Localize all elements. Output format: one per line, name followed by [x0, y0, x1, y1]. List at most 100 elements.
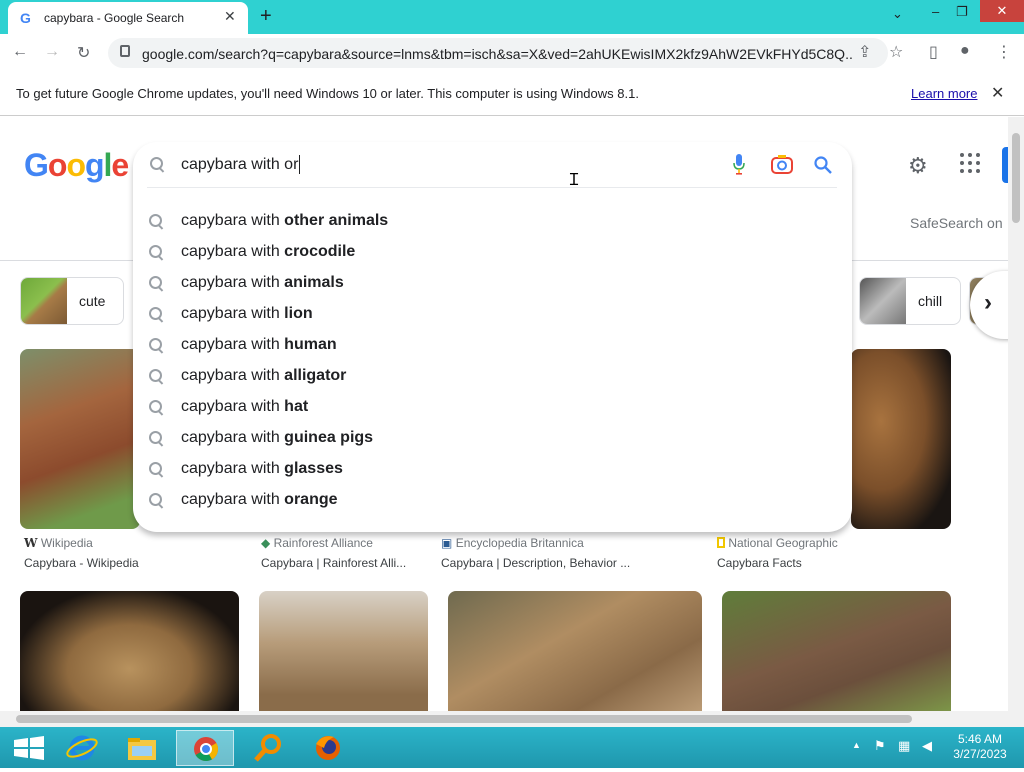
suggestion-item[interactable]: capybara with animals — [133, 267, 852, 298]
search-icon — [149, 338, 163, 352]
suggestion-item[interactable]: capybara with alligator — [133, 360, 852, 391]
search-submit-icon[interactable] — [813, 155, 833, 175]
update-infobar: To get future Google Chrome updates, you… — [0, 72, 1024, 116]
result-caption[interactable]: Capybara Facts — [717, 556, 802, 570]
search-icon — [150, 157, 164, 171]
image-result-wikipedia[interactable] — [20, 349, 140, 529]
volume-muted-icon[interactable]: ◀ — [922, 738, 932, 754]
search-icon — [149, 307, 163, 321]
close-window-button[interactable]: ✕ — [980, 0, 1024, 22]
search-icon — [149, 245, 163, 259]
microphone-icon[interactable] — [733, 154, 745, 176]
natgeo-icon — [717, 537, 725, 548]
back-button[interactable]: ← — [12, 43, 28, 61]
reload-button[interactable]: ↻ — [77, 43, 90, 63]
search-icon — [149, 462, 163, 476]
image-result-natgeo[interactable] — [851, 349, 951, 529]
chip-thumbnail — [21, 278, 67, 324]
share-icon[interactable]: ⇪ — [858, 42, 871, 62]
result-caption[interactable]: Capybara - Wikipedia — [24, 556, 139, 570]
suggestion-item[interactable]: capybara with hat — [133, 391, 852, 422]
tab-close-icon[interactable]: ✕ — [224, 8, 236, 25]
scrollbar-thumb[interactable] — [16, 715, 912, 723]
tab-search-icon[interactable]: ⌄ — [892, 6, 903, 22]
suggestion-completion: orange — [284, 491, 338, 508]
suggestion-text: capybara with orange — [181, 491, 338, 509]
internet-explorer-icon[interactable] — [56, 730, 108, 766]
google-logo[interactable]: Google — [24, 147, 129, 184]
suggestion-prefix: capybara with — [181, 305, 285, 322]
menu-kebab-icon[interactable]: ⋮ — [996, 42, 1012, 62]
suggestion-prefix: capybara with — [181, 367, 285, 384]
logo-letter: o — [66, 147, 86, 183]
scrollbar-thumb[interactable] — [1012, 133, 1020, 223]
address-bar[interactable]: google.com/search?q=capybara&source=lnms… — [108, 38, 888, 68]
suggestion-prefix: capybara with — [181, 212, 285, 229]
chip-chill[interactable]: chill — [859, 277, 961, 325]
google-lens-icon[interactable] — [771, 155, 793, 175]
chip-thumbnail — [860, 278, 906, 324]
source-name: Encyclopedia Britannica — [455, 536, 584, 550]
network-icon[interactable]: ▦ — [898, 738, 910, 754]
suggestion-text: capybara with hat — [181, 398, 308, 416]
search-magnifier-icon[interactable] — [242, 730, 294, 766]
chrome-taskbar-button[interactable] — [176, 730, 234, 766]
chip-cute[interactable]: cute — [20, 277, 124, 325]
profile-avatar-icon[interactable]: ● — [960, 42, 970, 60]
source-name: Rainforest Alliance — [273, 536, 373, 550]
file-explorer-icon[interactable] — [116, 730, 168, 766]
image-result[interactable] — [722, 591, 951, 711]
result-caption[interactable]: Capybara | Description, Behavior ... — [441, 556, 630, 570]
frog-icon: ◆ — [261, 536, 271, 550]
windows-start-icon[interactable] — [4, 730, 56, 766]
search-input[interactable]: capybara with or — [181, 156, 298, 174]
result-source[interactable]: ▣ Encyclopedia Britannica — [441, 536, 584, 550]
suggestion-prefix: capybara with — [181, 336, 285, 353]
suggestion-text: capybara with alligator — [181, 367, 346, 385]
text-caret — [299, 155, 300, 174]
search-icon — [149, 369, 163, 383]
system-clock[interactable]: 5:46 AM 3/27/2023 — [940, 732, 1020, 762]
clock-date: 3/27/2023 — [953, 747, 1007, 761]
settings-gear-icon[interactable]: ⚙ — [908, 153, 928, 179]
result-source[interactable]: ◆ Rainforest Alliance — [261, 536, 373, 550]
restore-button[interactable]: ❐ — [956, 4, 968, 20]
suggestion-item[interactable]: capybara with glasses — [133, 453, 852, 484]
firefox-icon[interactable] — [302, 730, 354, 766]
bookmark-star-icon[interactable]: ☆ — [889, 42, 903, 62]
side-panel-icon[interactable]: ▯ — [929, 42, 938, 62]
source-name: National Geographic — [728, 536, 838, 550]
suggestion-item[interactable]: capybara with crocodile — [133, 236, 852, 267]
minimize-button[interactable]: – — [932, 4, 939, 19]
suggestion-completion: guinea pigs — [284, 429, 374, 446]
suggestion-item[interactable]: capybara with lion — [133, 298, 852, 329]
tray-overflow-icon[interactable]: ▲ — [852, 740, 861, 750]
source-name: Wikipedia — [40, 536, 93, 550]
google-apps-icon[interactable] — [960, 153, 980, 173]
tab-capybara[interactable]: G capybara - Google Search ✕ — [8, 2, 248, 34]
image-result[interactable] — [448, 591, 702, 711]
suggestion-item[interactable]: capybara with other animals — [133, 205, 852, 236]
result-source[interactable]: W Wikipedia — [24, 536, 93, 550]
suggestion-item[interactable]: capybara with guinea pigs — [133, 422, 852, 453]
vertical-scrollbar[interactable] — [1008, 117, 1024, 711]
suggestion-item[interactable]: capybara with human — [133, 329, 852, 360]
image-result[interactable] — [20, 591, 239, 711]
search-icon — [149, 431, 163, 445]
image-result[interactable] — [259, 591, 428, 711]
result-source[interactable]: National Geographic — [717, 536, 838, 550]
logo-letter: G — [24, 147, 49, 183]
suggestion-item[interactable]: capybara with orange — [133, 484, 852, 515]
suggestion-prefix: capybara with — [181, 398, 285, 415]
learn-more-link[interactable]: Learn more — [911, 86, 977, 101]
chip-label: chill — [918, 293, 943, 309]
new-tab-button[interactable]: + — [260, 5, 272, 27]
safesearch-label[interactable]: SafeSearch on — [910, 215, 1003, 231]
forward-button[interactable]: → — [44, 43, 60, 61]
result-caption[interactable]: Capybara | Rainforest Alli... — [261, 556, 406, 570]
logo-letter: o — [47, 147, 68, 183]
suggestion-text: capybara with other animals — [181, 212, 388, 230]
horizontal-scrollbar[interactable] — [0, 711, 1024, 727]
infobar-close-icon[interactable]: ✕ — [991, 83, 1004, 103]
action-center-flag-icon[interactable]: ⚑ — [874, 738, 886, 754]
